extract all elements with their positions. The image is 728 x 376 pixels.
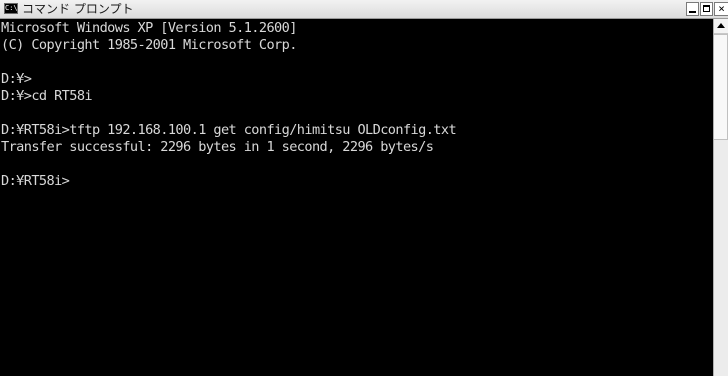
maximize-icon <box>703 5 710 12</box>
console-app-icon[interactable]: C:\ <box>4 3 18 14</box>
console-line: D:¥>cd RT58i <box>1 88 93 104</box>
console-prompt-line: D:¥RT58i> <box>1 173 70 189</box>
console-line: D:¥> <box>1 71 32 87</box>
minimize-icon <box>689 11 696 13</box>
close-button[interactable]: × <box>714 2 728 16</box>
vertical-scrollbar[interactable] <box>713 19 728 376</box>
scroll-up-button[interactable] <box>714 19 728 34</box>
window-title: コマンド プロンプト <box>22 2 134 16</box>
title-bar[interactable]: C:\ コマンド プロンプト × <box>0 0 728 19</box>
console-line: D:¥RT58i>tftp 192.168.100.1 get config/h… <box>1 122 457 138</box>
maximize-button[interactable] <box>700 2 713 16</box>
console-line: (C) Copyright 1985-2001 Microsoft Corp. <box>1 37 297 53</box>
console-output[interactable]: Microsoft Windows XP [Version 5.1.2600] … <box>0 19 713 376</box>
scroll-thumb[interactable] <box>714 34 728 140</box>
minimize-button[interactable] <box>686 2 699 16</box>
console-line: Microsoft Windows XP [Version 5.1.2600] <box>1 20 297 36</box>
scroll-up-arrow-icon <box>717 23 725 28</box>
command-prompt-window: C:\ コマンド プロンプト × Microsoft Windows XP [V… <box>0 0 728 376</box>
console-line: Transfer successful: 2296 bytes in 1 sec… <box>1 139 434 155</box>
